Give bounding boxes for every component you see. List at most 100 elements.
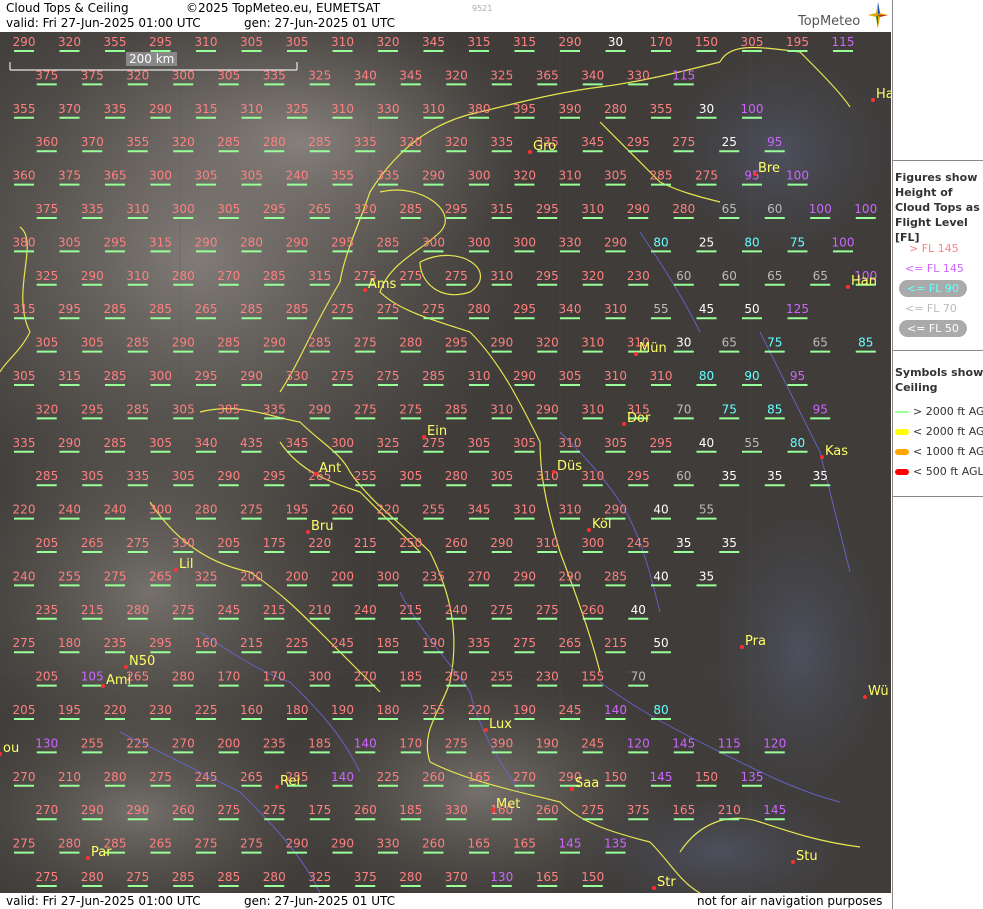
flight-level-label: 275 xyxy=(240,837,263,851)
flight-level-label: 325 xyxy=(490,68,513,82)
city-label[interactable]: Ams xyxy=(368,277,397,292)
flight-level-label: 280 xyxy=(81,870,104,884)
satellite-map[interactable]: 290 320 355 295 310 305 305 310 320 345 315 315 290 3… xyxy=(0,32,891,893)
flight-level-label: 55 xyxy=(653,302,668,316)
flight-level-label: 55 xyxy=(744,436,759,450)
flight-level-label: 275 xyxy=(35,870,58,884)
city-label[interactable]: Bru xyxy=(311,519,334,534)
flight-level-label: 320 xyxy=(445,135,468,149)
flight-level-label: 290 xyxy=(490,536,513,550)
flight-level-label: 310 xyxy=(490,269,513,283)
flight-level-label: 290 xyxy=(172,336,195,350)
flight-level-label: 265 xyxy=(81,536,104,550)
city-label[interactable]: Lil xyxy=(179,557,193,572)
flight-level-label: 285 xyxy=(422,369,445,383)
flight-level-label: 355 xyxy=(13,102,36,116)
city-label[interactable]: Kas xyxy=(825,444,848,459)
city-label[interactable]: Stu xyxy=(796,849,818,864)
flight-level-label: 275 xyxy=(13,837,36,851)
flight-level-label: 320 xyxy=(513,169,536,183)
flight-level-label: 245 xyxy=(195,770,218,784)
flight-level-label: 285 xyxy=(308,135,331,149)
flight-level-label: 175 xyxy=(263,536,286,550)
flight-level-label: 355 xyxy=(104,35,127,49)
flight-level-label: 310 xyxy=(559,503,582,517)
flight-level-label: 300 xyxy=(377,569,400,583)
flight-level-label: 290 xyxy=(126,803,149,817)
city-dot-icon xyxy=(306,530,310,534)
flight-level-label: 285 xyxy=(604,569,627,583)
city-label[interactable]: Dor xyxy=(627,411,651,426)
flight-level-label: 320 xyxy=(581,269,604,283)
flight-level-label: 145 xyxy=(650,770,673,784)
flight-level-label: 305 xyxy=(195,169,218,183)
city-label[interactable]: Köl xyxy=(592,517,611,532)
city-label[interactable]: Saa xyxy=(575,776,599,791)
city-label[interactable]: Ha xyxy=(876,87,891,102)
topmeteo-logo[interactable]: TopMeteo xyxy=(798,14,860,29)
copyright: ©2025 TopMeteo.eu, EUMETSAT xyxy=(186,1,381,15)
flight-level-label: 275 xyxy=(377,369,400,383)
city-label[interactable]: Düs xyxy=(557,459,582,474)
flight-level-label: 285 xyxy=(240,302,263,316)
city-label[interactable]: N50 xyxy=(129,654,155,669)
flight-level-label: 285 xyxy=(104,369,127,383)
city-label[interactable]: Par xyxy=(91,845,112,860)
city-dot-icon xyxy=(101,684,105,688)
flight-level-label: 260 xyxy=(536,803,559,817)
city-label[interactable]: Ant xyxy=(319,461,341,476)
flight-level-label: 150 xyxy=(695,770,718,784)
flight-level-label: 290 xyxy=(13,35,36,49)
city-label[interactable]: Str xyxy=(657,875,676,890)
flight-level-label: 310 xyxy=(126,202,149,216)
city-label[interactable]: Mün xyxy=(639,341,667,356)
city-dot-icon xyxy=(275,785,279,789)
flight-level-label: 320 xyxy=(126,68,149,82)
city-label[interactable]: Met xyxy=(496,797,520,812)
scale-bar-label: 200 km xyxy=(126,52,178,66)
flight-level-label: 260 xyxy=(354,803,377,817)
city-label[interactable]: Ein xyxy=(427,424,447,439)
flight-level-label: 310 xyxy=(650,369,673,383)
city-label[interactable]: Gro xyxy=(533,139,556,154)
flight-level-label: 235 xyxy=(263,736,286,750)
gen-time: gen: 27-Jun-2025 01 UTC xyxy=(244,16,396,30)
flight-level-label: 205 xyxy=(35,670,58,684)
city-label[interactable]: Wü xyxy=(868,684,889,699)
flight-level-label: 335 xyxy=(354,135,377,149)
city-label[interactable]: Pra xyxy=(745,634,766,649)
flight-level-label: 355 xyxy=(650,102,673,116)
flight-level-label: 185 xyxy=(399,803,422,817)
city-label[interactable]: Ami xyxy=(106,673,131,688)
flight-level-label: 315 xyxy=(195,102,218,116)
city-label[interactable]: Lux xyxy=(489,717,512,732)
flight-level-label: 170 xyxy=(217,670,240,684)
symbol-lt2000: < 2000 ft AGL xyxy=(895,425,983,438)
flight-level-label: 300 xyxy=(172,202,195,216)
flight-level-label: 305 xyxy=(240,35,263,49)
flight-level-label: 335 xyxy=(81,202,104,216)
flight-level-label: 335 xyxy=(263,68,286,82)
flight-level-label: 125 xyxy=(786,302,809,316)
city-label[interactable]: Bre xyxy=(758,161,780,176)
flight-level-label: 40 xyxy=(653,569,668,583)
flight-level-label: 300 xyxy=(513,235,536,249)
flight-level-label: 275 xyxy=(354,336,377,350)
flight-level-label: 285 xyxy=(286,302,309,316)
city-label[interactable]: Han xyxy=(851,274,877,289)
legend-title: Figures show Height of Cloud Tops as Fli… xyxy=(895,171,980,244)
flight-level-label: 295 xyxy=(536,269,559,283)
city-label[interactable]: ou xyxy=(3,741,19,756)
flight-level-label: 100 xyxy=(854,202,877,216)
flight-level-label: 80 xyxy=(699,369,714,383)
flight-level-label: 290 xyxy=(195,235,218,249)
flight-level-label: 325 xyxy=(195,569,218,583)
city-label[interactable]: Rei xyxy=(280,774,300,789)
flight-level-label: 195 xyxy=(58,703,81,717)
flight-level-label: 235 xyxy=(35,603,58,617)
flight-level-label: 35 xyxy=(676,536,691,550)
flight-level-label: 305 xyxy=(468,436,491,450)
legend-divider xyxy=(893,160,983,161)
flight-level-label: 205 xyxy=(13,703,36,717)
flight-level-label: 295 xyxy=(627,135,650,149)
